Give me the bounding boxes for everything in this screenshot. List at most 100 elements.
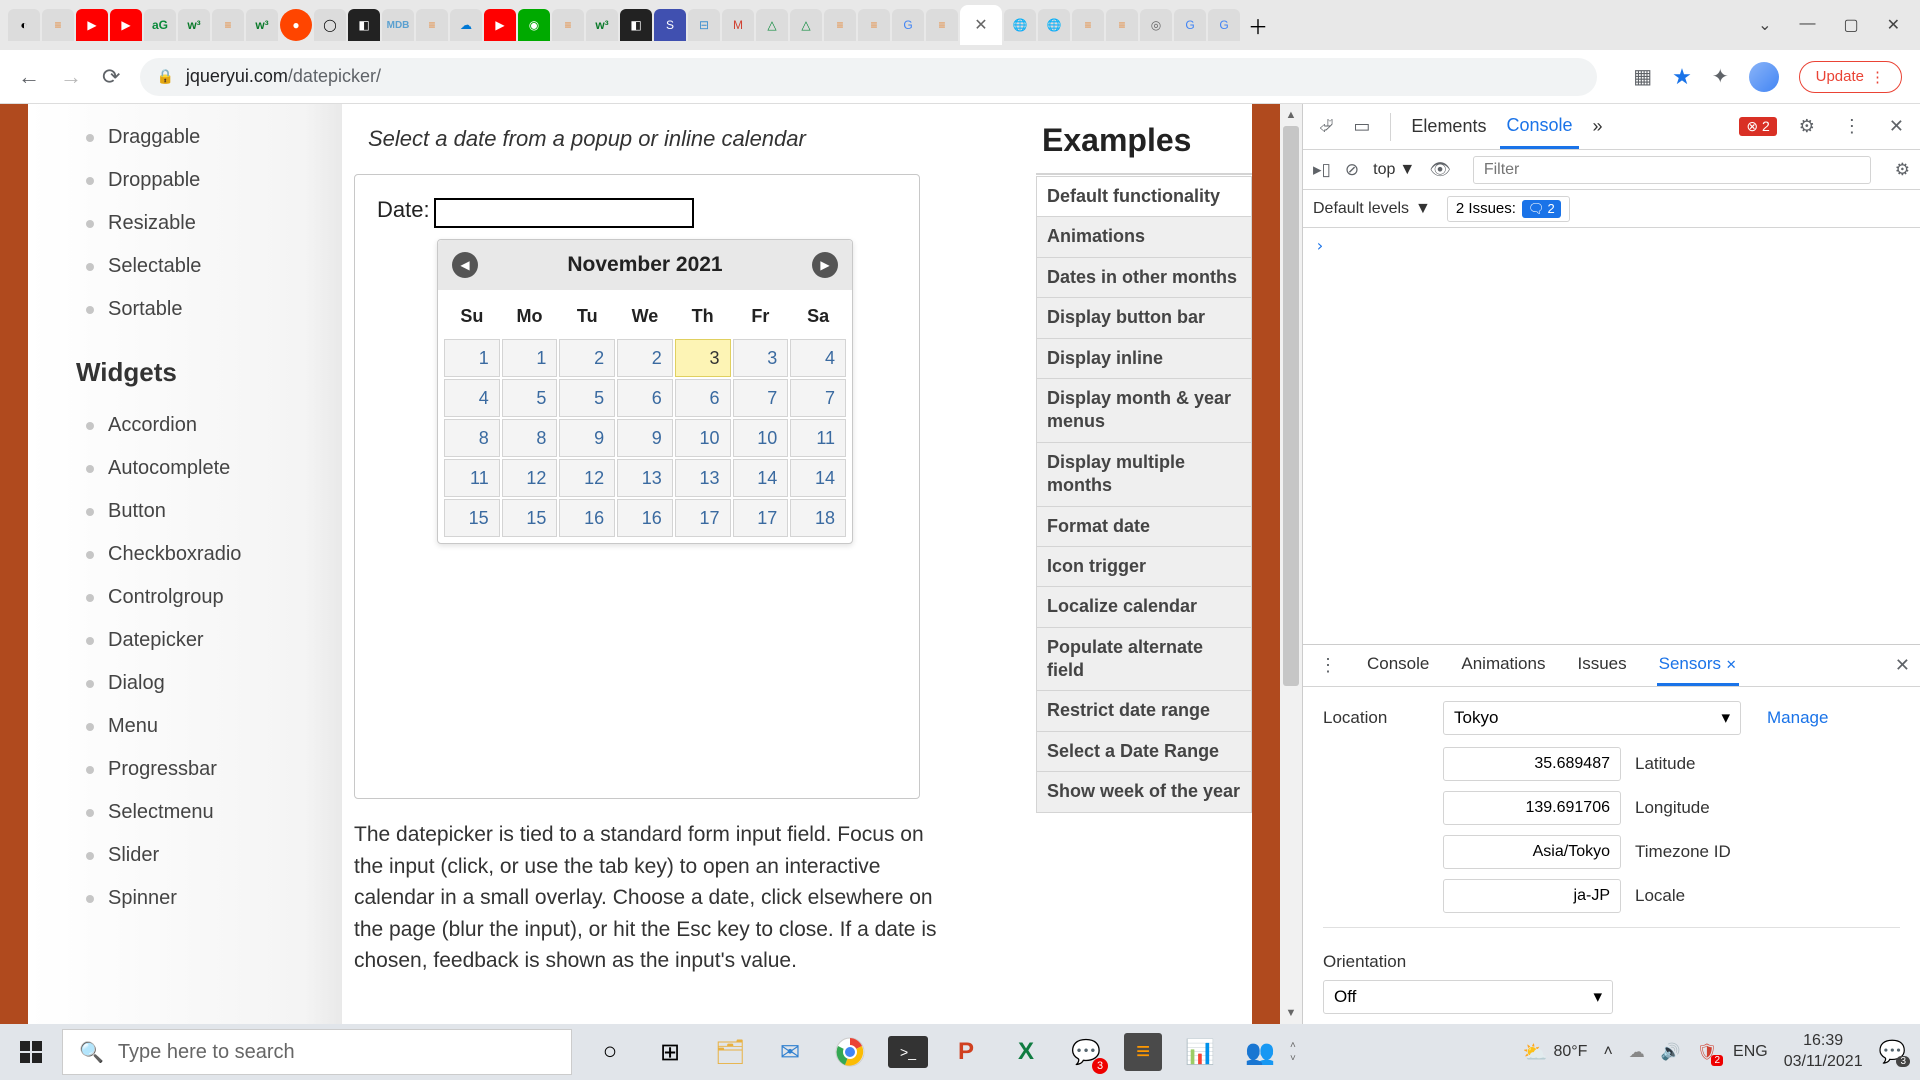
tab-item[interactable]: M — [722, 9, 754, 41]
tab-item[interactable]: ◎ — [1140, 9, 1172, 41]
calendar-day-cell[interactable]: 3 — [675, 339, 731, 377]
file-explorer-icon[interactable]: 🗂 — [708, 1030, 752, 1074]
volume-icon[interactable]: 🔊 — [1661, 1042, 1681, 1062]
calendar-day-cell[interactable]: 2 — [559, 339, 615, 377]
tab-item[interactable]: △ — [756, 9, 788, 41]
calendar-day-cell[interactable]: 4 — [790, 339, 846, 377]
devtools-tab-more[interactable]: » — [1587, 106, 1609, 147]
tab-item[interactable]: ≡ — [926, 9, 958, 41]
drawer-tab[interactable]: Animations — [1459, 645, 1547, 686]
drawer-tab[interactable]: Issues — [1575, 645, 1628, 686]
calendar-day-cell[interactable]: 7 — [733, 379, 789, 417]
calendar-day-cell[interactable]: 17 — [733, 499, 789, 537]
tray-expand-icon[interactable]: ˄ — [1603, 1043, 1612, 1061]
drawer-menu-icon[interactable]: ⋮ — [1313, 655, 1343, 676]
task-view-icon[interactable]: ⊞ — [648, 1030, 692, 1074]
new-tab-button[interactable]: ＋ — [1242, 9, 1274, 41]
example-item[interactable]: Localize calendar — [1036, 586, 1252, 627]
minimize-icon[interactable]: ― — [1799, 15, 1815, 35]
calendar-day-cell[interactable]: 2 — [617, 339, 673, 377]
example-item[interactable]: Display inline — [1036, 338, 1252, 379]
security-icon[interactable]: 🛡2 — [1697, 1042, 1717, 1062]
tab-item[interactable]: ◧ — [348, 9, 380, 41]
calendar-day-cell[interactable]: 4 — [444, 379, 500, 417]
profile-avatar[interactable] — [1749, 62, 1779, 92]
example-item[interactable]: Display multiple months — [1036, 442, 1252, 507]
zoom-icon[interactable]: 💬3 — [1064, 1030, 1108, 1074]
excel-icon[interactable]: X — [1004, 1030, 1048, 1074]
sidebar-item[interactable]: Droppable — [28, 159, 342, 202]
calendar-day-cell[interactable]: 5 — [559, 379, 615, 417]
inspect-element-icon[interactable]: ⮰ — [1313, 116, 1339, 137]
latitude-input[interactable] — [1443, 747, 1621, 781]
clear-console-icon[interactable]: ⊘ — [1345, 160, 1359, 180]
scroll-up-icon[interactable]: ▲ — [1280, 104, 1302, 126]
example-item[interactable]: Icon trigger — [1036, 546, 1252, 587]
tab-item[interactable]: ▶ — [110, 9, 142, 41]
sidebar-item[interactable]: Selectable — [28, 245, 342, 288]
mail-icon[interactable]: ✉ — [768, 1030, 812, 1074]
tab-item[interactable]: ⊟ — [688, 9, 720, 41]
sidebar-item[interactable]: Controlgroup — [28, 576, 342, 619]
orientation-select[interactable]: Off▾ — [1323, 980, 1613, 1014]
sidebar-item[interactable]: Menu — [28, 705, 342, 748]
calendar-day-cell[interactable]: 14 — [790, 459, 846, 497]
date-input[interactable] — [434, 198, 694, 228]
tab-item[interactable]: w³ — [586, 9, 618, 41]
tab-search-icon[interactable]: ⌄ — [1758, 15, 1771, 35]
drawer-tab[interactable]: Console — [1365, 645, 1431, 686]
calendar-day-cell[interactable]: 9 — [559, 419, 615, 457]
location-select[interactable]: Tokyo▾ — [1443, 701, 1741, 735]
calendar-day-cell[interactable]: 13 — [617, 459, 673, 497]
reload-button[interactable]: ⟳ — [102, 64, 120, 90]
sidebar-item[interactable]: Sortable — [28, 288, 342, 331]
calendar-day-cell[interactable]: 14 — [733, 459, 789, 497]
language-indicator[interactable]: ENG — [1733, 1043, 1768, 1061]
timezone-input[interactable] — [1443, 835, 1621, 869]
longitude-input[interactable] — [1443, 791, 1621, 825]
sidebar-item[interactable]: Selectmenu — [28, 791, 342, 834]
tab-item[interactable]: ◧ — [620, 9, 652, 41]
example-item[interactable]: Display button bar — [1036, 297, 1252, 338]
example-item[interactable]: Restrict date range — [1036, 690, 1252, 731]
sidebar-item[interactable]: Resizable — [28, 202, 342, 245]
calendar-day-cell[interactable]: 16 — [559, 499, 615, 537]
sublime-icon[interactable]: ≡ — [1124, 1033, 1162, 1071]
tab-item[interactable]: ≡ — [858, 9, 890, 41]
powerpoint-icon[interactable]: P — [944, 1030, 988, 1074]
tab-item[interactable]: ≡ — [212, 9, 244, 41]
calendar-day-cell[interactable]: 17 — [675, 499, 731, 537]
console-settings-icon[interactable]: ⚙ — [1895, 160, 1910, 180]
tab-item[interactable]: ≡ — [42, 9, 74, 41]
tab-item[interactable]: 🌐 — [1038, 9, 1070, 41]
tab-item[interactable]: w³ — [178, 9, 210, 41]
tab-item[interactable]: ▶ — [484, 9, 516, 41]
tab-item[interactable]: 🌐 — [1004, 9, 1036, 41]
devtools-tab-elements[interactable]: Elements — [1405, 106, 1492, 147]
tab-item[interactable]: ≡ — [552, 9, 584, 41]
teams-icon[interactable]: 👥 — [1238, 1030, 1282, 1074]
calendar-next-button[interactable]: ▶ — [812, 252, 838, 278]
example-item[interactable]: Show week of the year — [1036, 771, 1252, 812]
calendar-day-cell[interactable]: 5 — [502, 379, 558, 417]
calendar-day-cell[interactable]: 9 — [617, 419, 673, 457]
live-expression-icon[interactable]: 👁 — [1429, 160, 1451, 180]
qr-icon[interactable]: ▦ — [1633, 64, 1652, 89]
taskbar-search[interactable]: 🔍 Type here to search — [62, 1029, 572, 1075]
page-scrollbar[interactable]: ▲ ▼ — [1280, 104, 1302, 1024]
bookmark-star-icon[interactable]: ★ — [1672, 64, 1692, 90]
sidebar-item[interactable]: Spinner — [28, 877, 342, 920]
sidebar-item[interactable]: Draggable — [28, 116, 342, 159]
calendar-day-cell[interactable]: 6 — [617, 379, 673, 417]
address-bar[interactable]: 🔒 jqueryui.com/datepicker/ — [140, 58, 1597, 96]
drawer-close-icon[interactable]: ✕ — [1895, 655, 1910, 676]
error-badge[interactable]: ⊗ 2 — [1739, 117, 1776, 136]
tab-item[interactable]: ◉ — [518, 9, 550, 41]
example-item[interactable]: Display month & year menus — [1036, 378, 1252, 443]
tab-item[interactable]: ▶ — [76, 9, 108, 41]
context-selector[interactable]: top ▼ — [1373, 161, 1415, 179]
cortana-icon[interactable]: ○ — [588, 1030, 632, 1074]
back-button[interactable]: ← — [18, 64, 40, 90]
example-item[interactable]: Animations — [1036, 216, 1252, 257]
tab-item[interactable]: G — [1174, 9, 1206, 41]
